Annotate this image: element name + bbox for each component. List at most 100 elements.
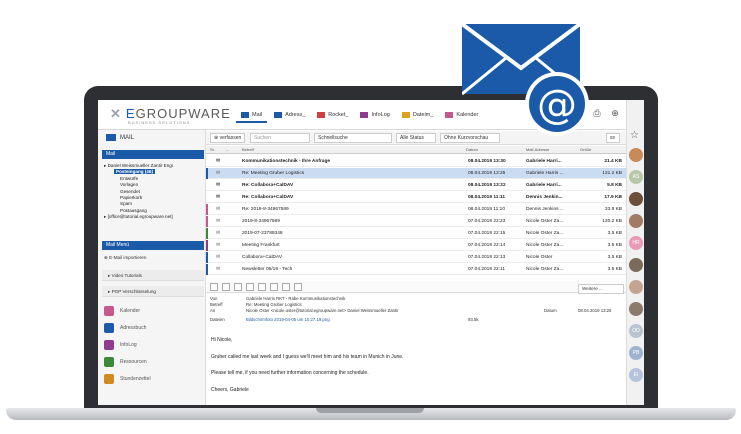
sidebar-app-item[interactable]: Kalender	[104, 306, 140, 316]
contact-avatar[interactable]: AS	[629, 170, 643, 184]
app-tab-3[interactable]: InfoLog	[355, 109, 394, 123]
message-date: 07.04.2019 22:15	[468, 231, 506, 236]
print-icon[interactable]	[246, 283, 254, 291]
reply-all-icon[interactable]	[222, 283, 230, 291]
attachment-size: 93.5k	[468, 317, 479, 322]
app-icon	[104, 374, 114, 384]
category-flag	[206, 240, 208, 251]
col-header-attach[interactable]: ...	[226, 147, 229, 152]
message-subject: Newsletter 05/19 - Tech	[242, 267, 293, 272]
import-email-link[interactable]: ⊕ E-Mail importieren	[104, 255, 146, 261]
message-row[interactable]: ✉ 2019-8-34967589 07.04.2019 22:23 Nicole O…	[206, 216, 626, 227]
star-icon[interactable]: ☆	[630, 130, 639, 141]
app-icon	[104, 306, 114, 316]
from-value[interactable]: Gabriele Harris RKT - Rabe Kommunikation…	[246, 296, 345, 301]
attachment-link[interactable]: Bildschirmfoto 2019-04-05 um 10.27.19.pn…	[246, 317, 330, 322]
contact-avatar[interactable]	[629, 302, 643, 316]
message-date: 07.04.2019 22:23	[468, 219, 506, 224]
message-row[interactable]: ✉ Re: Collabora+CalDAV 08.04.2019 11:11 Den…	[206, 192, 626, 203]
message-subject: Re: Meeting Gruber Logistics	[242, 171, 305, 176]
category-flag	[206, 252, 208, 263]
message-row[interactable]: ✉ Collabora+CalDAV 07.04.2019 22:13 Nicole …	[206, 252, 626, 263]
flag-icon[interactable]	[270, 283, 278, 291]
address-book-icon	[274, 112, 283, 118]
delete-icon[interactable]	[294, 283, 302, 291]
col-header-size[interactable]: Größe	[580, 147, 591, 152]
app-icon	[104, 340, 114, 350]
date-label: Datum	[544, 308, 557, 313]
message-size: 33.8 KB	[604, 207, 622, 212]
download-icon[interactable]	[282, 283, 290, 291]
app-tab-label: Dateim_	[412, 112, 434, 118]
mail-menu-header[interactable]: Mail Menü	[102, 241, 204, 250]
body-paragraph: Hi Nicole,	[211, 337, 233, 343]
app-tab-0[interactable]: Mail	[236, 109, 268, 123]
body-paragraph: Cheers, Gabriele	[211, 386, 249, 393]
message-from: Nicole Oster Za...	[526, 267, 564, 272]
contact-avatar[interactable]	[629, 192, 643, 206]
contact-avatar[interactable]: EI	[629, 368, 643, 382]
app-tab-1[interactable]: Adress_	[269, 109, 310, 123]
search-input[interactable]: Suchen	[250, 133, 310, 143]
contact-avatar[interactable]	[629, 148, 643, 162]
category-flag	[206, 168, 208, 179]
message-row[interactable]: ✉ Meeting Frankfurt 07.04.2019 22:14 Nicole…	[206, 240, 626, 251]
sidebar-app-item[interactable]: Ressourcen	[104, 357, 147, 367]
subject-value: Re: Meeting Gruber Logistics	[246, 302, 302, 307]
contact-avatar[interactable]: HR	[629, 236, 643, 250]
message-subject: Kommunikationstechnik - Ihre Anfrage	[242, 159, 331, 164]
message-subject: Re: Collabora+CalDAV	[242, 183, 294, 188]
contact-avatar[interactable]: OD	[629, 324, 643, 338]
message-date: 07.04.2019 22:13	[468, 255, 506, 260]
compose-button[interactable]: ⊕ verfassen	[210, 133, 246, 143]
status-filter-select[interactable]: Alle Status	[396, 133, 436, 143]
col-header-subject[interactable]: Betreff	[242, 147, 254, 152]
reply-icon[interactable]	[210, 283, 218, 291]
contact-avatar[interactable]	[629, 258, 643, 272]
forward-icon[interactable]	[234, 283, 242, 291]
sidebar-app-item[interactable]: Stundenzettel	[104, 374, 151, 384]
mail-status-icon: ✉	[216, 219, 221, 224]
mail-section-header[interactable]: Mail	[102, 150, 204, 159]
message-row[interactable]: ✉ Re: 2019-8-34967589 08.04.2019 11:10 Denn…	[206, 204, 626, 215]
right-rail: ☆ AS HR OD PB EI	[626, 100, 644, 405]
message-from: Gabriele Harris ...	[526, 171, 564, 176]
message-size: 131.2 KB	[602, 171, 622, 176]
message-date: 08.04.2019 11:10	[468, 207, 505, 212]
message-date: 08.04.2019 13:22	[468, 183, 506, 188]
save-icon[interactable]	[258, 283, 266, 291]
pgp-link[interactable]: ▸ PGP Verschlüsselung	[102, 286, 204, 297]
col-header-date[interactable]: Datum	[466, 147, 478, 152]
sidebar-app-item[interactable]: InfoLog	[104, 340, 137, 350]
contact-avatar[interactable]	[629, 214, 643, 228]
message-row[interactable]: ✉ Re: Collabora+CalDAV 08.04.2019 13:22 Gab…	[206, 180, 626, 191]
message-row[interactable]: ✉ Kommunikationstechnik - Ihre Anfrage 08.…	[206, 156, 626, 167]
category-flag	[206, 216, 208, 227]
more-button[interactable]: Weitere ...	[578, 284, 624, 294]
sidebar-app-item[interactable]: Adressbuch	[104, 323, 146, 333]
envelope-icon	[241, 112, 249, 118]
message-row[interactable]: ✉ Newsletter 05/19 - Tech 07.04.2019 22:11…	[206, 264, 626, 275]
to-value[interactable]: Nicole Oster <nicole.oster@tutorial.egro…	[246, 308, 399, 313]
message-row[interactable]: ✉ 2019-07-23789348 07.04.2019 22:15 Nicole …	[206, 228, 626, 239]
laptop-notch	[316, 408, 424, 413]
infolog-icon	[360, 112, 369, 118]
body-paragraph: Please tell me, if you need further info…	[211, 370, 369, 376]
col-header-status[interactable]: Sr.	[210, 147, 215, 152]
mail-status-icon: ✉	[216, 183, 221, 188]
message-from: Nicole Oster Za...	[526, 243, 564, 248]
col-header-address[interactable]: Mail-Adresse	[526, 147, 549, 152]
contact-avatar[interactable]: PB	[629, 346, 643, 360]
quicksearch-select[interactable]: Schnellsuche	[314, 133, 392, 143]
category-flag	[206, 264, 208, 275]
message-size: 3.5 KB	[607, 267, 622, 272]
office-account-node[interactable]: ▸ [office@tutorial.egroupware.net]	[104, 214, 173, 220]
message-row[interactable]: ✉ Re: Meeting Gruber Logistics 08.04.2019 …	[206, 168, 626, 179]
contact-avatar[interactable]	[629, 280, 643, 294]
app-icon	[104, 357, 114, 367]
app-tab-4[interactable]: Dateim_	[397, 109, 438, 123]
app-tab-2[interactable]: Rocket_	[312, 109, 353, 123]
message-size: 130.2 KB	[602, 219, 622, 224]
video-tutorials-link[interactable]: ▸ Video Tutorials	[102, 270, 204, 281]
mail-status-icon: ✉	[216, 195, 221, 200]
